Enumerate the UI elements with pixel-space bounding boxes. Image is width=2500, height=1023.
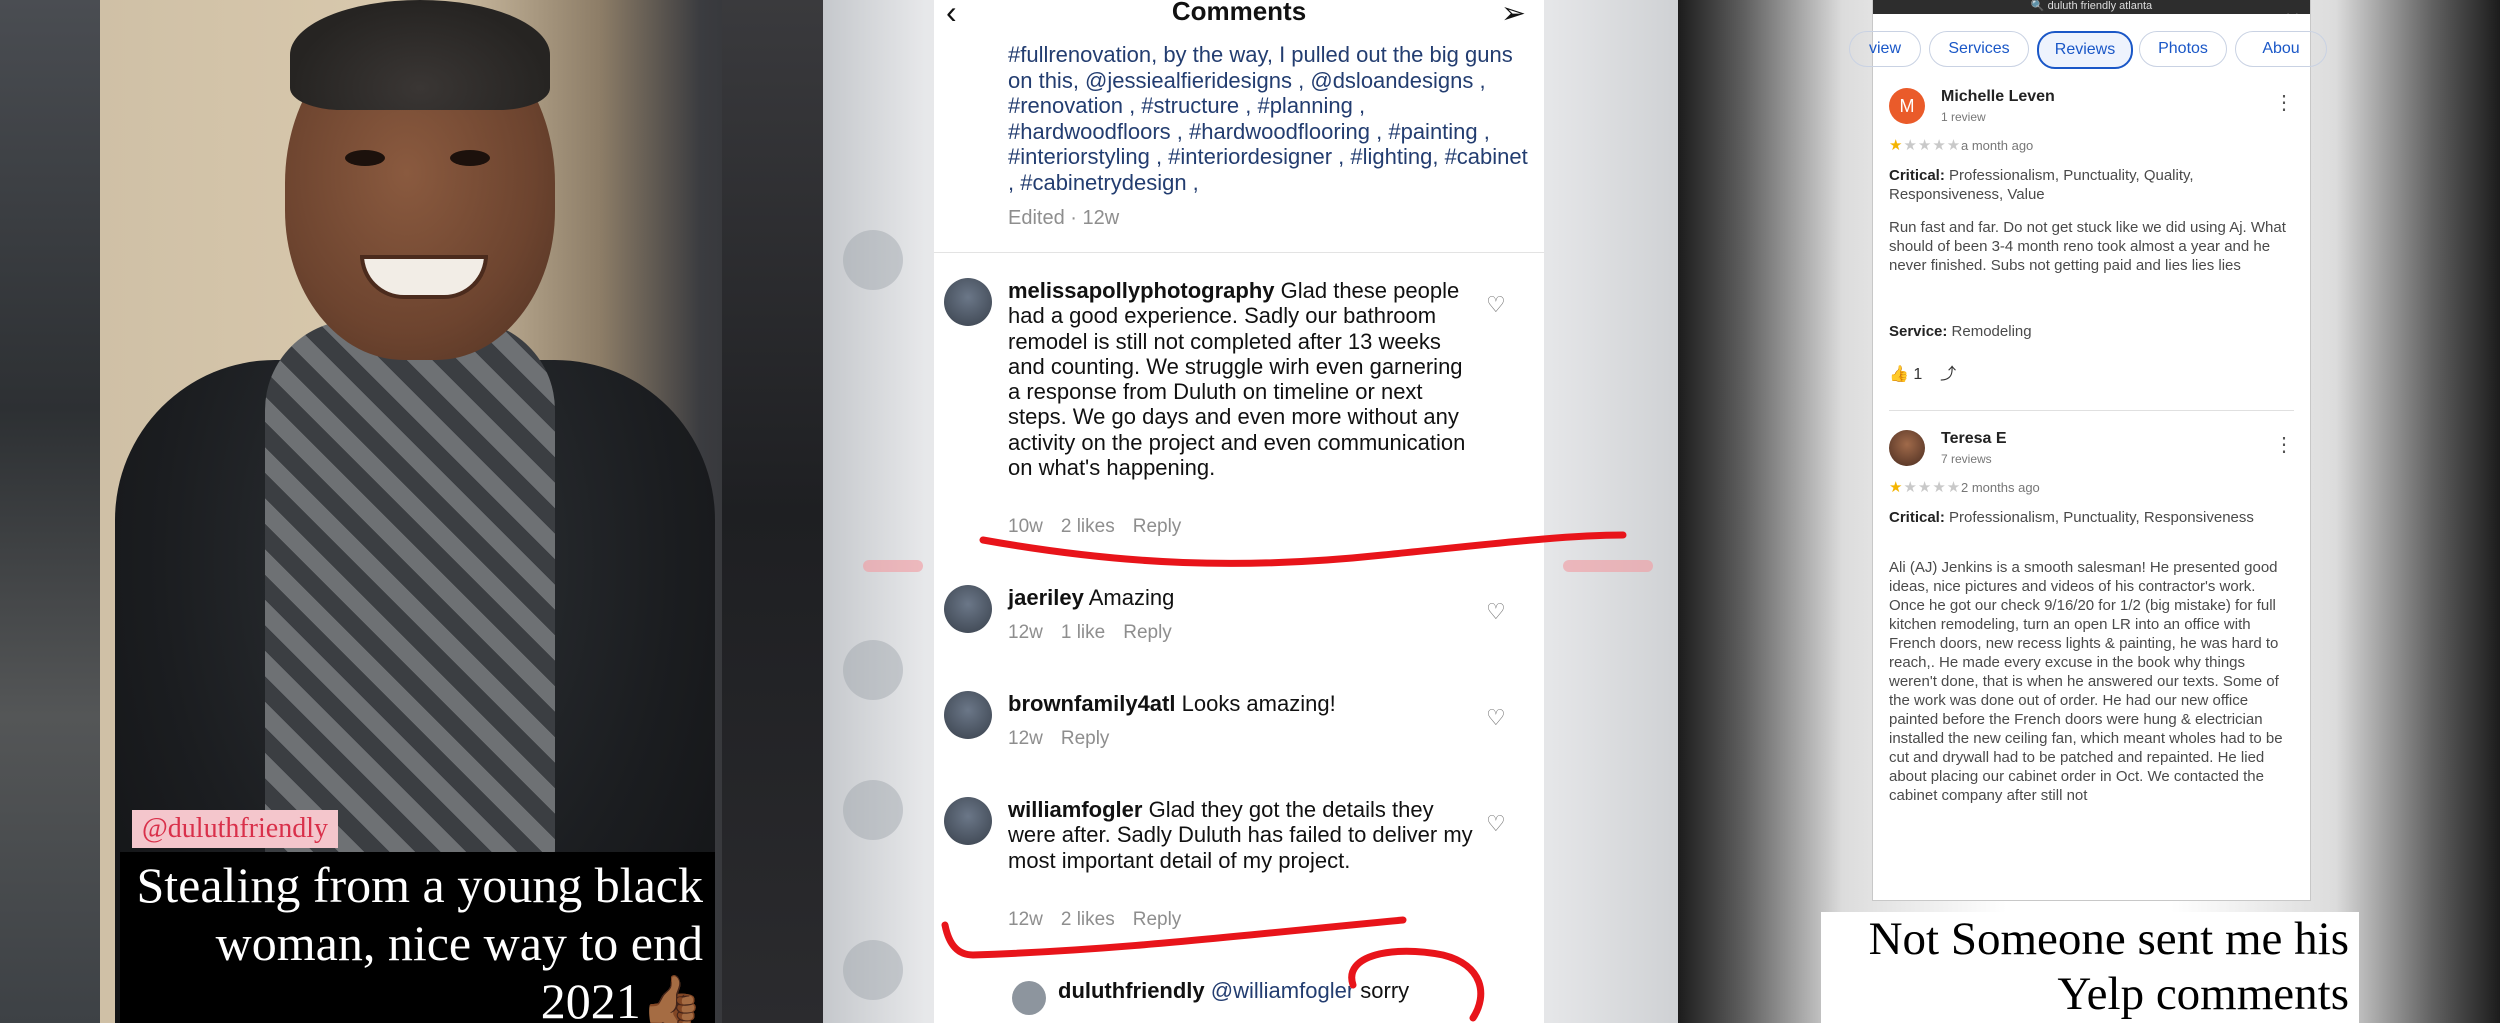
story-caption: Stealing from a young black woman, nice …	[136, 857, 703, 1023]
tab-overview[interactable]: view	[1849, 31, 1921, 67]
critical-label: Critical:	[1889, 509, 1945, 526]
helpful-count: 1	[1913, 366, 1923, 383]
thumbs-up-icon[interactable]: 👍	[1889, 366, 1909, 383]
review-count: 7 reviews	[1941, 452, 1992, 466]
more-options-icon[interactable]: ⋮	[2274, 432, 2294, 457]
review-actions: 👍 1 ⤴	[1889, 360, 1956, 384]
mention-tag[interactable]: @duluthfriendly	[132, 810, 338, 848]
background-shadow	[722, 0, 823, 1023]
star-rating: ★★★★★	[1889, 479, 1962, 496]
story-caption: Not Someone sent me his Yelp comments	[1868, 913, 2349, 1020]
critical-label: Critical:	[1889, 167, 1945, 184]
service-value: Remodeling	[1951, 323, 2032, 340]
critical-list: Professionalism, Punctuality, Responsive…	[1949, 509, 2254, 526]
service-label: Service:	[1889, 323, 1948, 340]
hair	[290, 0, 550, 110]
circle-stroke	[1348, 947, 1485, 1022]
story-panel-reviews: 🔍 duluth friendly atlanta × view Service…	[1678, 0, 2500, 1023]
review-date: 2 months ago	[1961, 480, 2040, 495]
review-body: Ali (AJ) Jenkins is a smooth salesman! H…	[1889, 559, 2283, 804]
reviewer-name[interactable]: Teresa E	[1941, 430, 2007, 448]
scarf	[265, 320, 555, 880]
reviews-screen: 🔍 duluth friendly atlanta × view Service…	[1849, 0, 2327, 900]
review-date: a month ago	[1961, 138, 2034, 153]
share-icon[interactable]: ⤴	[1940, 366, 1956, 383]
right-eye	[450, 150, 490, 166]
avatar[interactable]	[1889, 430, 1925, 466]
divider	[1889, 410, 2294, 411]
red-annotations	[941, 531, 1627, 1022]
avatar[interactable]: M	[1889, 88, 1925, 124]
left-eye	[345, 150, 385, 166]
tab-bar: view Services Reviews Photos Abou	[1849, 31, 2327, 69]
critical-attributes: Critical: Professionalism, Punctuality, …	[1889, 166, 2289, 204]
underline-stroke	[979, 531, 1627, 567]
reviewer-name[interactable]: Michelle Leven	[1941, 88, 2055, 106]
background-blur	[0, 0, 100, 1023]
critical-attributes: Critical: Professionalism, Punctuality, …	[1889, 508, 2289, 527]
search-text: duluth friendly atlanta	[2047, 0, 2153, 12]
search-bar[interactable]: 🔍 duluth friendly atlanta	[1873, 0, 2310, 14]
review-body: Run fast and far. Do not get stuck like …	[1889, 219, 2286, 274]
service-line: Service: Remodeling	[1889, 322, 2289, 341]
tab-photos[interactable]: Photos	[2139, 31, 2227, 67]
star-rating: ★★★★★	[1889, 137, 1962, 154]
more-options-icon[interactable]: ⋮	[2274, 90, 2294, 115]
review-count: 1 review	[1941, 110, 1986, 124]
story-panel-photo: @duluthfriendly Stealing from a young bl…	[0, 0, 823, 1023]
tab-reviews[interactable]: Reviews	[2037, 31, 2133, 69]
tab-services[interactable]: Services	[1929, 31, 2029, 67]
story-panel-comments: ‹ Comments ➢ #fullrenovation, by the way…	[823, 0, 1678, 1023]
caption-box: Not Someone sent me his Yelp comments	[1821, 912, 2359, 1023]
underline-stroke	[941, 916, 1407, 959]
caption-box: Stealing from a young black woman, nice …	[120, 852, 715, 1023]
tab-about[interactable]: Abou	[2235, 31, 2327, 67]
